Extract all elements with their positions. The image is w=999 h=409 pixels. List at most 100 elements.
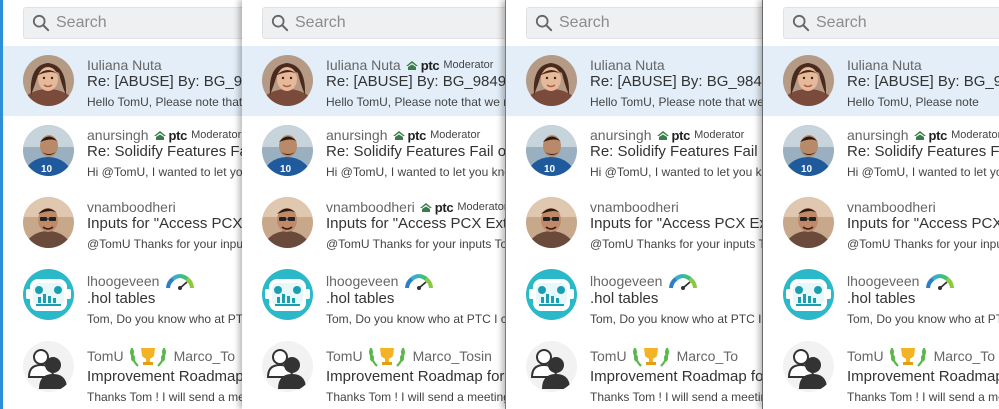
message-list-item[interactable]: Iuliana Nuta ptc Moderator Re: [ABUSE] By: … xyxy=(242,46,508,116)
author-line: vnamboodheri xyxy=(590,200,765,215)
message-list-item[interactable]: TomUMarco_ToImprovement Roadmap for theT… xyxy=(506,332,765,404)
message-subject[interactable]: Re: Solidify Features Fail on E xyxy=(326,143,508,160)
search-icon[interactable] xyxy=(792,14,810,32)
avatar[interactable] xyxy=(23,269,74,320)
author-name[interactable]: vnamboodheri xyxy=(590,200,679,215)
message-list-item[interactable]: lhoogeveen .hol tables Tom, Do you know wh… xyxy=(506,260,765,332)
search-icon[interactable] xyxy=(271,14,289,32)
message-subject[interactable]: Inputs for "Access PCX Exten xyxy=(326,215,508,232)
message-list-item[interactable]: lhoogeveen .hol tables Tom, Do you know wh… xyxy=(763,260,999,332)
author-name[interactable]: lhoogeveen xyxy=(590,273,662,289)
message-subject[interactable]: Inputs for "Access PCX Ex xyxy=(87,215,245,232)
author-name[interactable]: vnamboodheri xyxy=(847,200,936,215)
message-subject[interactable]: Re: [ABUSE] By: BG_984 xyxy=(847,73,999,90)
message-list-item[interactable]: lhoogeveen .hol tables Tom, Do you know wh… xyxy=(3,260,245,332)
avatar[interactable] xyxy=(262,125,313,176)
message-subject[interactable]: Improvement Roadmap for the xyxy=(326,368,508,385)
search-box[interactable] xyxy=(526,7,765,39)
search-box[interactable] xyxy=(23,7,245,39)
message-subject[interactable]: Improvement Roadmap for the xyxy=(590,368,765,385)
message-subject[interactable]: .hol tables xyxy=(590,290,765,307)
search-box[interactable] xyxy=(262,7,508,39)
message-list-item[interactable]: anursingh ptc Moderator Re: Solidify Featur… xyxy=(506,116,765,188)
author-name[interactable]: Iuliana Nuta xyxy=(847,58,922,73)
author-name[interactable]: lhoogeveen xyxy=(87,273,159,289)
message-list-item[interactable]: TomU Marco_To Improvement Roadmap for Thank… xyxy=(3,332,245,404)
message-subject[interactable]: Re: [ABUSE] By: BG_984910 xyxy=(590,73,765,90)
message-subject[interactable]: Re: Solidify Features Fail on xyxy=(590,143,765,160)
message-subject[interactable]: .hol tables xyxy=(87,290,245,307)
author-name[interactable]: lhoogeveen xyxy=(326,273,398,289)
message-list-item[interactable]: vnamboodheri ptc Moderator Inputs for "Acce… xyxy=(242,188,508,260)
search-input[interactable] xyxy=(56,14,245,32)
message-text-block: lhoogeveen .hol tables Tom, Do you know wh… xyxy=(590,272,765,327)
message-list-item[interactable]: vnamboodheriInputs for "Access PCX Ex @To… xyxy=(3,188,245,260)
message-list-item[interactable]: Iuliana NutaRe: [ABUSE] By: BG_9849 Hello… xyxy=(3,46,245,116)
avatar[interactable] xyxy=(23,197,74,248)
message-list-item[interactable]: vnamboodheriInputs for "Access PCX E @Tom… xyxy=(763,188,999,260)
avatar[interactable] xyxy=(783,55,834,106)
message-preview: Thanks Tom ! I will send a mee xyxy=(87,390,245,404)
author-name[interactable]: Iuliana Nuta xyxy=(590,58,665,73)
message-list-item[interactable]: Iuliana NutaRe: [ABUSE] By: BG_984910 Hel… xyxy=(506,46,765,116)
avatar[interactable] xyxy=(262,341,313,392)
message-list-item[interactable]: TomU Marco_Tosin Improvement Roadmap for t… xyxy=(242,332,508,404)
author-name[interactable]: anursingh xyxy=(847,128,909,143)
message-list-item[interactable]: anursingh ptc Moderator Re: Solidify Featur… xyxy=(3,116,245,188)
message-subject[interactable]: Inputs for "Access PCX Exten xyxy=(590,215,765,232)
avatar[interactable] xyxy=(262,269,313,320)
avatar[interactable] xyxy=(783,125,834,176)
message-list-item[interactable]: lhoogeveen .hol tables Tom, Do you know wh… xyxy=(242,260,508,332)
author-name[interactable]: Iuliana Nuta xyxy=(87,58,162,73)
message-list-item[interactable]: anursingh ptc Moderator Re: Solidify Featur… xyxy=(242,116,508,188)
second-author-name[interactable]: Marco_To xyxy=(677,348,738,364)
author-name[interactable]: TomU xyxy=(326,348,363,364)
second-author-name[interactable]: Marco_To xyxy=(934,348,995,364)
avatar[interactable] xyxy=(23,55,74,106)
message-subject[interactable]: Improvement Roadmap for xyxy=(87,368,245,385)
message-subject[interactable]: Re: Solidify Features Fail xyxy=(847,143,999,160)
woman-photo-avatar-icon xyxy=(783,55,834,106)
avatar[interactable] xyxy=(23,341,74,392)
avatar[interactable] xyxy=(783,269,834,320)
message-list-item[interactable]: TomU Marco_To Improvement Roadmap fo Thanks… xyxy=(763,332,999,404)
avatar[interactable] xyxy=(526,197,577,248)
avatar[interactable] xyxy=(783,341,834,392)
message-list-item[interactable]: anursingh ptc Moderator Re: Solidify Featur… xyxy=(763,116,999,188)
message-subject[interactable]: .hol tables xyxy=(326,290,508,307)
avatar[interactable] xyxy=(23,125,74,176)
avatar[interactable] xyxy=(526,125,577,176)
avatar[interactable] xyxy=(262,55,313,106)
avatar[interactable] xyxy=(262,197,313,248)
author-name[interactable]: vnamboodheri xyxy=(326,200,415,215)
search-icon[interactable] xyxy=(32,14,50,32)
message-list-item[interactable]: Iuliana NutaRe: [ABUSE] By: BG_984 Hello … xyxy=(763,46,999,116)
author-name[interactable]: anursingh xyxy=(87,128,149,143)
message-subject[interactable]: Improvement Roadmap fo xyxy=(847,368,999,385)
search-input[interactable] xyxy=(559,14,765,32)
author-name[interactable]: TomU xyxy=(590,348,627,364)
search-icon[interactable] xyxy=(535,14,553,32)
author-name[interactable]: anursingh xyxy=(326,128,388,143)
message-subject[interactable]: Inputs for "Access PCX E xyxy=(847,215,999,232)
author-name[interactable]: TomU xyxy=(87,348,124,364)
message-subject[interactable]: Re: [ABUSE] By: BG_9849 xyxy=(87,73,245,90)
message-subject[interactable]: Re: [ABUSE] By: BG_984910 xyxy=(326,73,508,90)
avatar[interactable] xyxy=(783,197,834,248)
author-name[interactable]: vnamboodheri xyxy=(87,200,176,215)
author-name[interactable]: anursingh xyxy=(590,128,652,143)
second-author-name[interactable]: Marco_Tosin xyxy=(413,348,492,364)
message-subject[interactable]: .hol tables xyxy=(847,290,999,307)
search-box[interactable] xyxy=(783,7,999,39)
message-list-item[interactable]: vnamboodheriInputs for "Access PCX Exten… xyxy=(506,188,765,260)
search-input[interactable] xyxy=(816,14,999,32)
search-input[interactable] xyxy=(295,14,508,32)
second-author-name[interactable]: Marco_To xyxy=(174,348,235,364)
author-name[interactable]: Iuliana Nuta xyxy=(326,58,401,73)
avatar[interactable] xyxy=(526,269,577,320)
author-name[interactable]: TomU xyxy=(847,348,884,364)
avatar[interactable] xyxy=(526,55,577,106)
message-subject[interactable]: Re: Solidify Features Fail O xyxy=(87,143,245,160)
avatar[interactable] xyxy=(526,341,577,392)
author-name[interactable]: lhoogeveen xyxy=(847,273,919,289)
